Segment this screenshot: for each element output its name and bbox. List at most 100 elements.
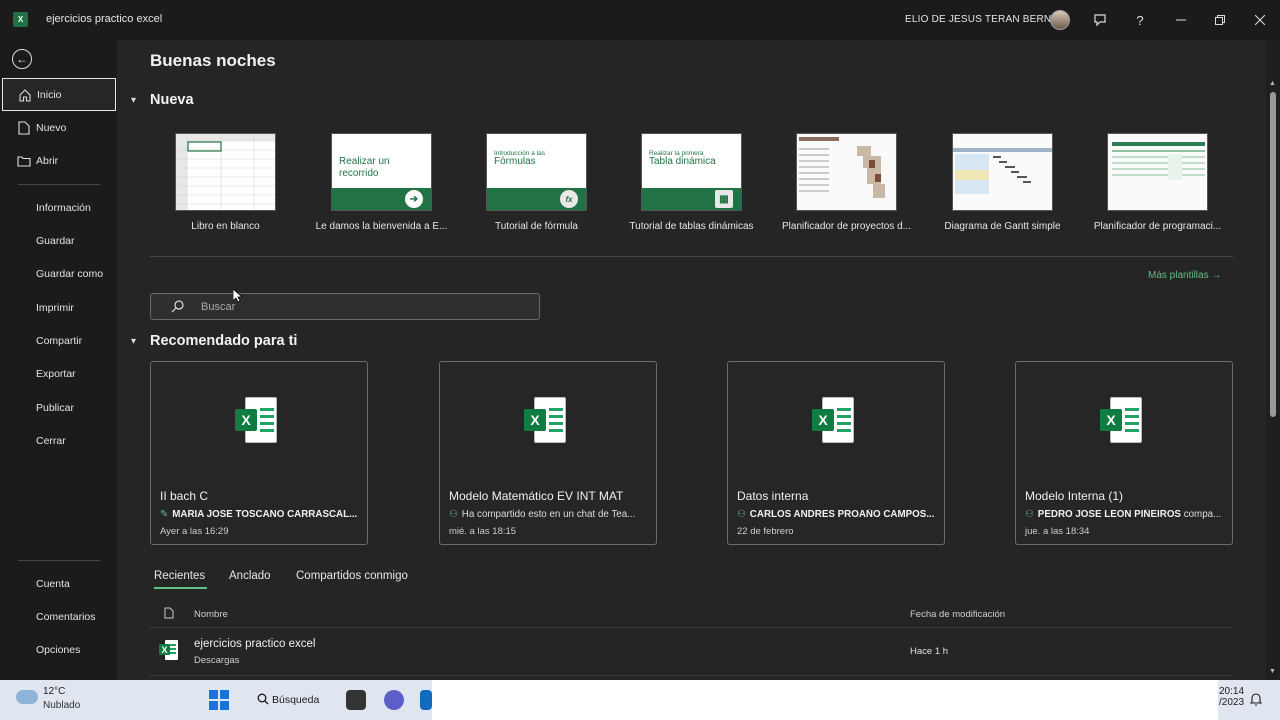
template-thumb-text: Tabla dinámica xyxy=(649,156,716,167)
new-file-icon xyxy=(16,120,32,136)
file-name: ejercicios practico excel xyxy=(194,638,316,650)
outlook-icon[interactable] xyxy=(420,690,432,710)
excel-app-icon: X xyxy=(13,12,28,27)
more-templates-link[interactable]: Más plantillas → xyxy=(1148,270,1221,281)
taskbar-clock[interactable]: 20:14 /2023 xyxy=(1219,686,1244,708)
template-label: Tutorial de tablas dinámicas xyxy=(629,221,754,232)
avatar[interactable] xyxy=(1050,10,1070,30)
taskbar-search[interactable]: Búsqueda xyxy=(257,693,319,706)
file-explorer-icon[interactable] xyxy=(346,690,366,710)
tab-recientes[interactable]: Recientes xyxy=(154,570,205,582)
excel-file-icon: X xyxy=(159,639,179,661)
page-title: Buenas noches xyxy=(150,51,276,70)
user-name[interactable]: ELIO DE JESUS TERAN BERNAL xyxy=(905,14,1064,25)
home-icon xyxy=(17,87,33,103)
sidebar-item-label: Imprimir xyxy=(36,301,74,314)
sidebar-item-nuevo[interactable]: Nuevo xyxy=(0,111,117,144)
template-thumb-text: Realizar un recorrido xyxy=(339,156,390,179)
recommended-activity: ⚇ CARLOS ANDRES PROAÑO CAMPOS... xyxy=(737,509,937,520)
recommended-time: 22 de febrero xyxy=(737,526,794,537)
column-header-date[interactable]: Fecha de modificación xyxy=(910,609,1005,620)
scroll-down-icon[interactable]: ▼ xyxy=(1269,668,1276,675)
tab-anclado[interactable]: Anclado xyxy=(229,570,271,582)
sidebar-item-informacion[interactable]: Información xyxy=(0,191,117,224)
minimize-icon[interactable] xyxy=(1171,10,1191,30)
recommended-activity-text: Ha compartido esto en un chat de Tea... xyxy=(461,509,636,520)
feedback-icon[interactable] xyxy=(1090,10,1110,30)
scroll-up-icon[interactable]: ▲ xyxy=(1269,80,1276,87)
recommended-card[interactable]: X Modelo Interna (1) ⚇ PEDRO JOSE LEON PI… xyxy=(1015,361,1233,545)
section-title-recommended: Recomendado para ti xyxy=(150,333,298,349)
recommended-card[interactable]: X Datos interna ⚇ CARLOS ANDRES PROAÑO CA… xyxy=(727,361,945,545)
template-project-planner[interactable]: Planificador de proyectos d... xyxy=(769,133,924,243)
template-pivot-tutorial[interactable]: Realizar la primera Tabla dinámica ▦ Tut… xyxy=(614,133,769,243)
file-modified: Hace 1 h xyxy=(910,646,949,657)
template-thumbnail xyxy=(796,133,897,211)
vertical-scrollbar[interactable]: ▲ ▼ xyxy=(1266,40,1280,680)
template-welcome-tour[interactable]: Realizar un recorrido ➔ Le damos la bien… xyxy=(304,133,459,243)
sidebar-item-cerrar[interactable]: Cerrar xyxy=(0,424,117,457)
sidebar-item-label: Cuenta xyxy=(36,577,70,590)
excel-file-icon: X xyxy=(524,397,568,445)
recommended-card[interactable]: X II bach C ✎ MARIA JOSE TOSCANO CARRASCA… xyxy=(150,361,368,545)
notification-icon[interactable] xyxy=(1249,692,1263,709)
sidebar-item-guardar-como[interactable]: Guardar como xyxy=(0,257,117,290)
recommended-file-name: Modelo Matemático EV INT MAT xyxy=(449,489,624,503)
backstage-sidebar: ← Inicio Nuevo Abrir Información Guardar… xyxy=(0,40,117,680)
people-icon: ⚇ xyxy=(1025,509,1034,520)
svg-text:X: X xyxy=(161,645,167,655)
sidebar-item-label: Abrir xyxy=(36,154,59,167)
sidebar-item-label: Información xyxy=(36,201,91,214)
tab-compartidos[interactable]: Compartidos conmigo xyxy=(296,570,408,582)
sidebar-item-exportar[interactable]: Exportar xyxy=(0,357,117,390)
sidebar-item-inicio[interactable]: Inicio xyxy=(2,78,116,111)
weather-temperature[interactable]: 12°C xyxy=(43,686,65,697)
section-title-new: Nueva xyxy=(150,92,194,108)
template-thumb-band: fx xyxy=(487,188,586,210)
sidebar-item-publicar[interactable]: Publicar xyxy=(0,391,117,424)
recommended-card[interactable]: X Modelo Matemático EV INT MAT ⚇ Ha compa… xyxy=(439,361,657,545)
column-header-name[interactable]: Nombre xyxy=(194,609,228,620)
template-gantt-chart[interactable]: Diagrama de Gantt simple xyxy=(925,133,1080,243)
sidebar-item-opciones[interactable]: Opciones xyxy=(0,633,117,666)
sidebar-item-imprimir[interactable]: Imprimir xyxy=(0,291,117,324)
weather-description[interactable]: Nublado xyxy=(43,700,80,711)
sidebar-item-cuenta[interactable]: Cuenta xyxy=(0,567,117,600)
template-blank-workbook[interactable]: Libro en blanco xyxy=(148,133,303,243)
recommended-file-name: II bach C xyxy=(160,489,209,503)
taskbar-search-label: Búsqueda xyxy=(272,694,320,706)
back-arrow-icon[interactable]: ← xyxy=(12,49,32,69)
restore-icon[interactable] xyxy=(1210,10,1230,30)
teams-icon[interactable] xyxy=(384,690,404,710)
search-input[interactable]: Buscar xyxy=(150,293,540,320)
search-icon xyxy=(257,693,269,705)
sidebar-item-label: Inicio xyxy=(37,88,62,101)
template-label: Diagrama de Gantt simple xyxy=(944,221,1061,232)
help-icon[interactable]: ? xyxy=(1130,10,1150,30)
template-label: Libro en blanco xyxy=(191,221,260,232)
template-thumbnail: Realizar un recorrido ➔ xyxy=(331,133,432,211)
sidebar-item-label: Publicar xyxy=(36,401,74,414)
pencil-icon: ✎ xyxy=(160,509,169,520)
cloud-icon[interactable] xyxy=(16,690,38,704)
close-icon[interactable] xyxy=(1250,10,1270,30)
home-panel: Buenas noches ▾ Nueva Libro en blanco Re… xyxy=(117,40,1280,680)
scrollbar-thumb[interactable] xyxy=(1270,92,1276,417)
recommended-activity: ⚇ PEDRO JOSE LEON PIÑEIROS compa... xyxy=(1025,509,1225,520)
template-schedule-planner[interactable]: Planificador de programaci... xyxy=(1080,133,1235,243)
sidebar-item-abrir[interactable]: Abrir xyxy=(0,144,117,177)
search-placeholder: Buscar xyxy=(201,301,236,313)
recommended-file-name: Modelo Interna (1) xyxy=(1025,489,1124,503)
people-icon: ⚇ xyxy=(737,509,746,520)
taskbar-preview-popup xyxy=(432,680,1218,720)
sidebar-item-compartir[interactable]: Compartir xyxy=(0,324,117,357)
template-thumbnail: Introducción a las Fórmulas fx xyxy=(486,133,587,211)
chevron-down-icon[interactable]: ▾ xyxy=(131,95,136,106)
chevron-down-icon[interactable]: ▾ xyxy=(131,336,136,347)
row-divider xyxy=(150,627,1233,628)
windows-start-icon[interactable] xyxy=(209,690,229,710)
table-row[interactable]: X ejercicios practico excel Descargas Ha… xyxy=(150,630,1233,675)
sidebar-item-comentarios[interactable]: Comentarios xyxy=(0,600,117,633)
template-formula-tutorial[interactable]: Introducción a las Fórmulas fx Tutorial … xyxy=(459,133,614,243)
sidebar-item-guardar[interactable]: Guardar xyxy=(0,224,117,257)
